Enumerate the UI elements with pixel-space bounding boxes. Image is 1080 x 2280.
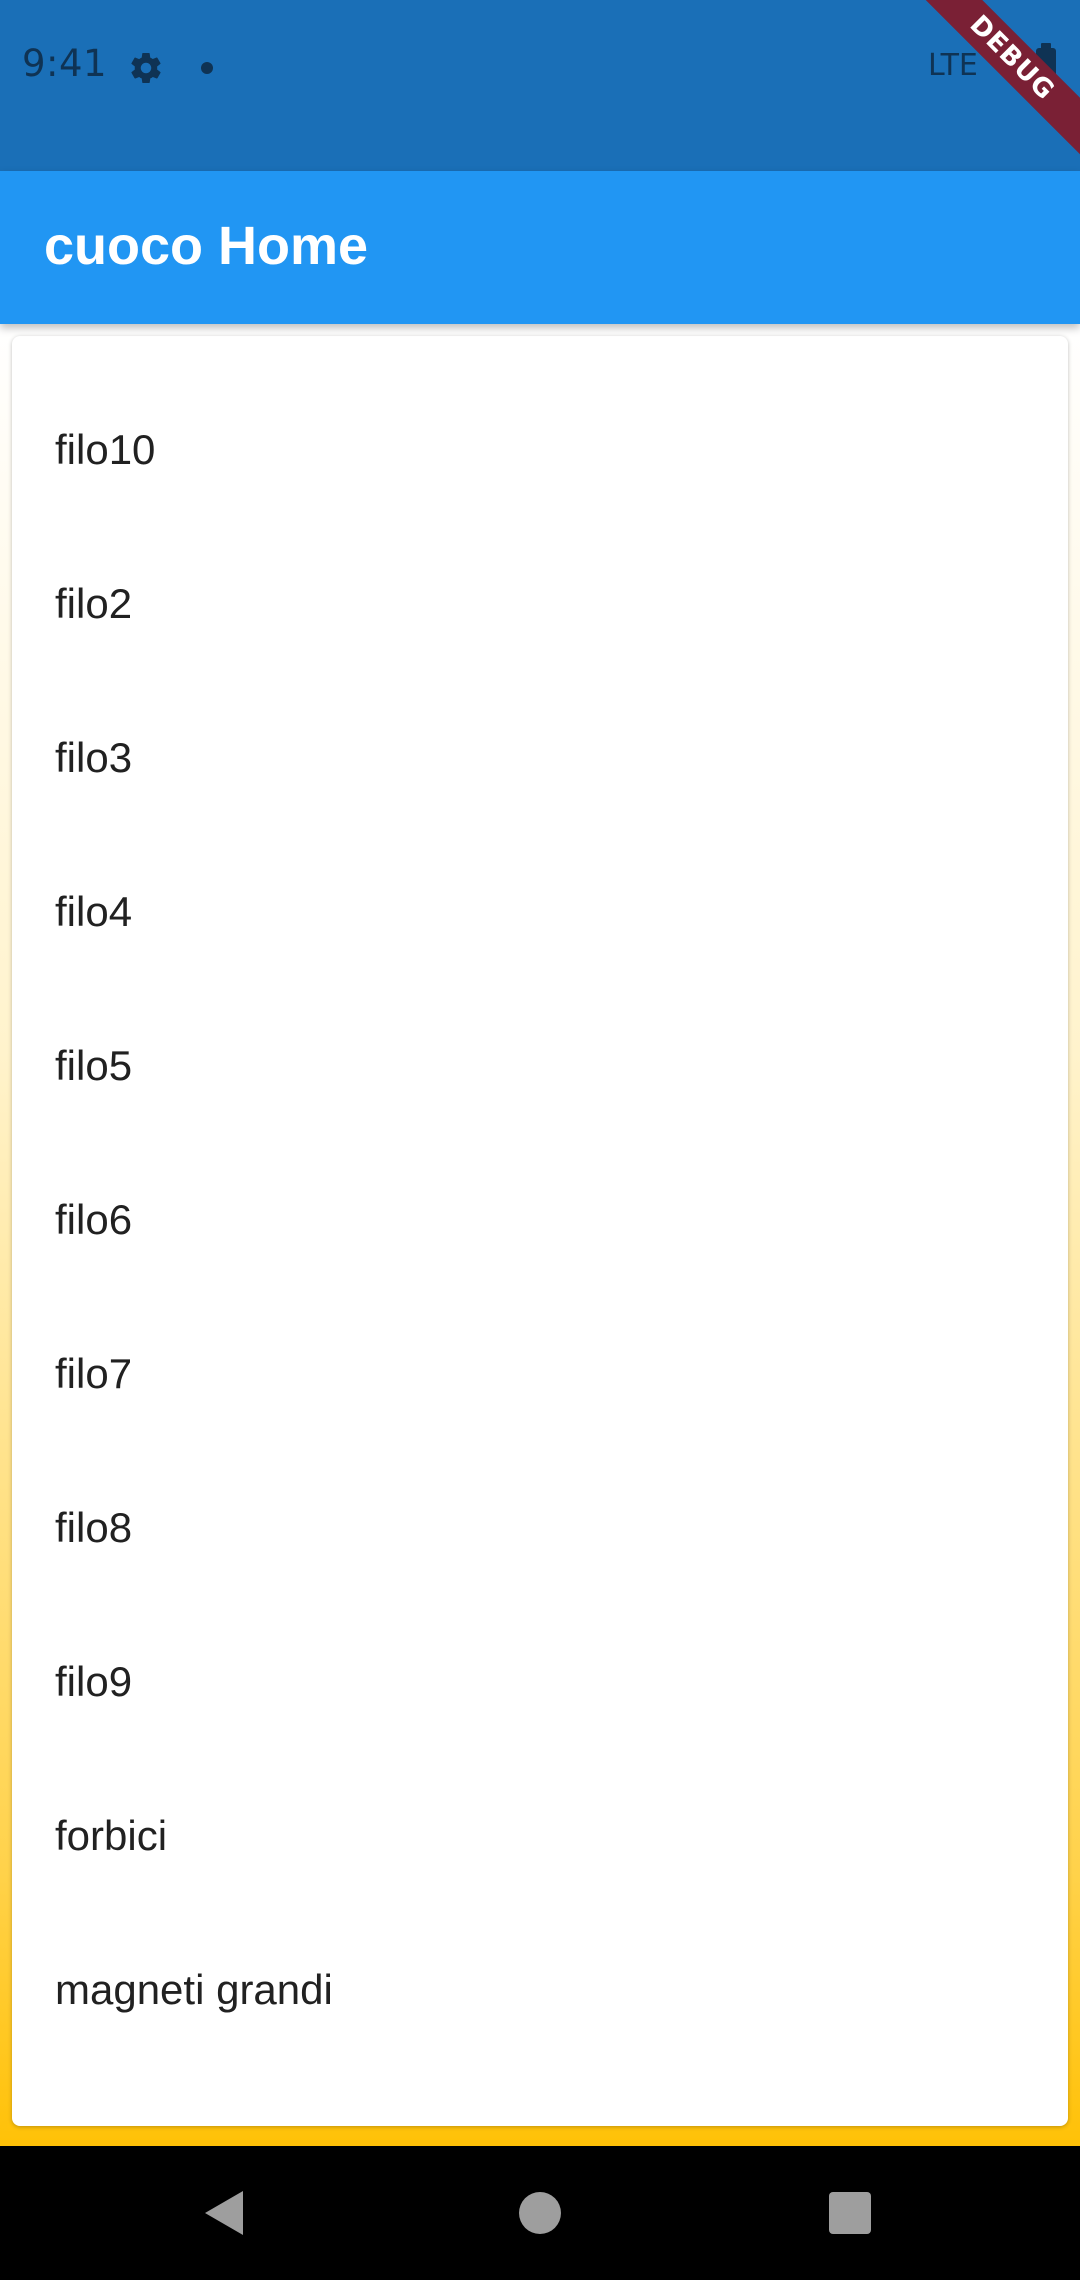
battery-icon [1036,43,1056,84]
list-item[interactable]: filo5 [12,989,1068,1143]
back-icon[interactable] [205,2191,243,2235]
list-item[interactable]: filo8 [12,1451,1068,1605]
gear-icon [131,53,161,84]
list-item[interactable]: magneti grandi [12,1913,1068,2067]
recents-icon[interactable] [829,2192,871,2234]
list-item[interactable]: filo2 [12,527,1068,681]
list-card[interactable]: filo10 filo2 filo3 filo4 filo5 filo6 fil… [12,336,1068,2126]
list-item[interactable]: filo4 [12,835,1068,989]
notification-dot-icon [201,62,213,74]
status-bar: 9:41 LTE [0,0,1080,171]
page-title: cuoco Home [44,216,369,276]
home-icon[interactable] [519,2192,561,2234]
content-area: filo10 filo2 filo3 filo4 filo5 filo6 fil… [0,324,1080,2146]
list-item[interactable]: forbici [12,1759,1068,1913]
network-type: LTE [928,48,978,83]
list-item[interactable]: filo3 [12,681,1068,835]
list-item[interactable]: filo6 [12,1143,1068,1297]
status-time: 9:41 [22,42,108,85]
list-item[interactable]: magneti piccoli [12,2067,1068,2126]
navigation-bar [0,2146,1080,2280]
list-item[interactable]: filo10 [12,373,1068,527]
item-list[interactable]: filo10 filo2 filo3 filo4 filo5 filo6 fil… [12,336,1068,2126]
list-item[interactable]: filo7 [12,1297,1068,1451]
list-item[interactable]: filo9 [12,1605,1068,1759]
app-bar: cuoco Home [0,171,1080,324]
